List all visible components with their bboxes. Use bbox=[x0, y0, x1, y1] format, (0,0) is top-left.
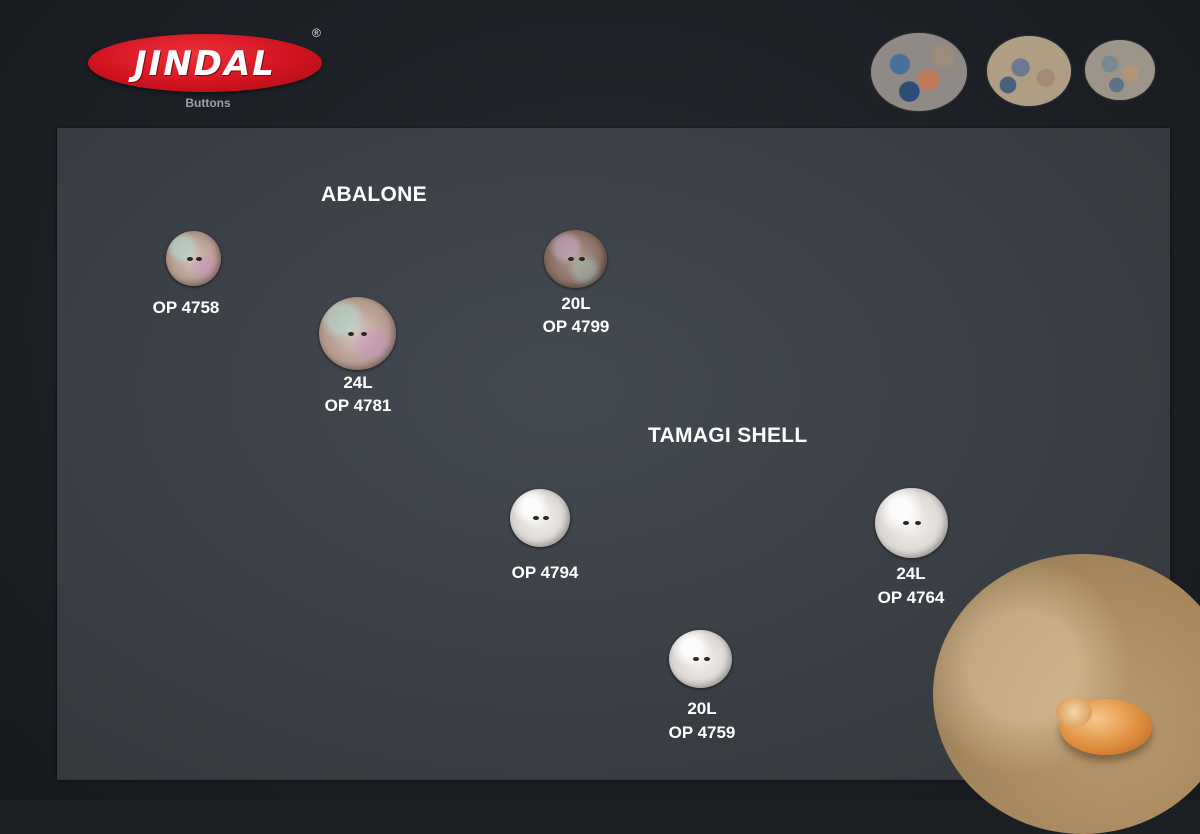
logo-subtitle: Buttons bbox=[185, 96, 231, 110]
section-heading-abalone: ABALONE bbox=[321, 183, 427, 206]
product-code: OP 4781 bbox=[324, 396, 392, 415]
registered-mark: ® bbox=[312, 26, 321, 40]
button-image-op4759 bbox=[669, 630, 732, 688]
button-image-op4764 bbox=[875, 488, 948, 558]
product-size: 20L bbox=[561, 294, 591, 313]
product-code: OP 4794 bbox=[511, 563, 579, 582]
button-image-op4758 bbox=[166, 231, 221, 286]
product-size: 20L bbox=[687, 699, 717, 718]
button-image-op4781 bbox=[319, 297, 396, 370]
product-size: 24L bbox=[343, 373, 373, 392]
shell-photo-thumbnail bbox=[871, 33, 967, 111]
shell-photo-thumbnail bbox=[1085, 40, 1155, 100]
product-code: OP 4758 bbox=[152, 298, 220, 317]
product-code: OP 4759 bbox=[668, 723, 736, 742]
logo-text: JINDAL bbox=[134, 44, 276, 84]
brand-logo: JINDAL ® Buttons bbox=[88, 26, 324, 110]
shell-photo-thumbnail bbox=[987, 36, 1071, 106]
button-image-op4799 bbox=[544, 230, 607, 288]
product-size: 24L bbox=[896, 564, 926, 583]
sea-snail-shell-image bbox=[1056, 695, 1160, 757]
product-code: OP 4764 bbox=[877, 588, 945, 607]
product-code: OP 4799 bbox=[542, 317, 610, 336]
section-heading-tamagi-shell: TAMAGI SHELL bbox=[648, 424, 808, 447]
button-image-op4794 bbox=[510, 489, 570, 547]
